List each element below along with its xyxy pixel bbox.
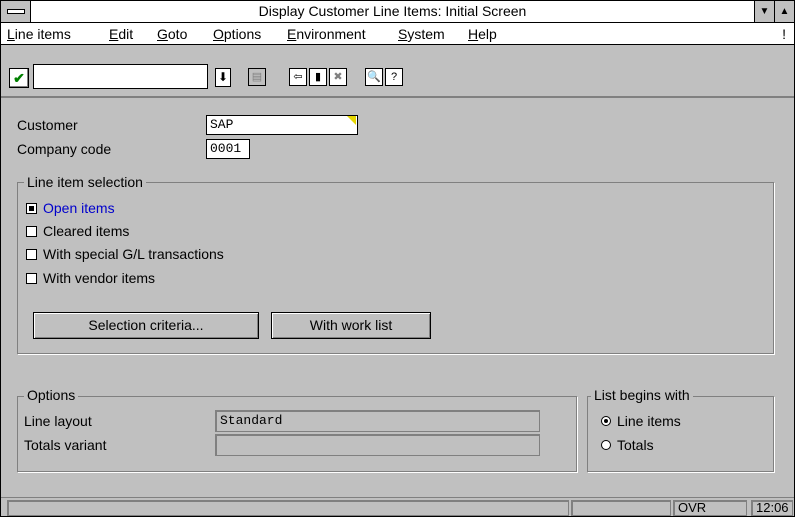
line-item-selection-title: Line item selection — [24, 174, 146, 190]
checkbox-open-items[interactable]: Open items — [26, 200, 115, 216]
customer-label: Customer — [17, 117, 78, 133]
command-dropdown-icon[interactable]: ⬇ — [215, 68, 231, 87]
find-icon[interactable]: 🔍 — [365, 68, 383, 86]
menu-help[interactable]: Help — [468, 26, 497, 42]
menu-environment[interactable]: Environment — [287, 26, 366, 42]
list-begins-title: List begins with — [591, 387, 693, 403]
back-icon[interactable]: ⇦ — [289, 68, 307, 86]
command-field[interactable] — [33, 64, 208, 89]
minimize-button[interactable]: ▼ — [754, 1, 774, 22]
sap-window: Display Customer Line Items: Initial Scr… — [0, 0, 795, 517]
checkbox-box — [26, 225, 37, 237]
maximize-button[interactable]: ▲ — [774, 1, 794, 22]
work-list-button[interactable]: With work list — [271, 312, 431, 339]
checkbox-box — [26, 272, 37, 284]
title-bar: Display Customer Line Items: Initial Scr… — [1, 1, 794, 23]
company-code-input[interactable]: 0001 — [206, 139, 250, 159]
status-mode: OVR — [673, 500, 747, 516]
menu-edit[interactable]: Edit — [109, 26, 133, 42]
list-begins-group — [587, 396, 774, 472]
radio-label: Line items — [617, 413, 681, 429]
checkbox-vendor-items[interactable]: With vendor items — [26, 270, 155, 286]
window-title: Display Customer Line Items: Initial Scr… — [258, 3, 527, 19]
line-layout-field[interactable]: Standard — [215, 410, 540, 432]
status-system — [571, 500, 671, 516]
radio-line-items[interactable]: Line items — [601, 413, 681, 429]
company-code-label: Company code — [17, 141, 112, 157]
radio-label: Totals — [617, 437, 654, 453]
menu-line-items[interactable]: Line items — [7, 26, 71, 42]
customer-input[interactable]: SAP — [206, 115, 358, 135]
checkbox-box — [26, 248, 37, 260]
selection-criteria-button[interactable]: Selection criteria... — [33, 312, 259, 339]
required-marker-icon — [347, 116, 356, 125]
exit-icon[interactable]: ▮ — [309, 68, 327, 86]
help-icon[interactable]: ? — [385, 68, 403, 86]
status-bar: OVR 12:06 — [1, 497, 794, 516]
customer-value: SAP — [210, 117, 234, 132]
radio-totals[interactable]: Totals — [601, 437, 654, 453]
checkbox-cleared-items[interactable]: Cleared items — [26, 223, 129, 239]
checkbox-label: Cleared items — [43, 223, 130, 239]
system-menu-icon — [7, 9, 25, 14]
checkbox-box — [26, 202, 37, 214]
toolbar: ✔ ⬇ ▤ ⇦ ▮ ✖ 🔍 ? — [1, 45, 794, 97]
toolbar-separator — [1, 97, 794, 98]
status-time: 12:06 — [751, 500, 793, 516]
enter-check-icon[interactable]: ✔ — [9, 68, 29, 88]
menu-bar: Line items Edit Goto Options Environment… — [1, 23, 794, 45]
checkbox-label: With vendor items — [43, 270, 156, 286]
menu-options[interactable]: Options — [213, 26, 261, 42]
line-layout-label: Line layout — [24, 413, 92, 429]
radio-dot — [601, 416, 611, 426]
cancel-icon[interactable]: ✖ — [329, 68, 347, 86]
save-icon[interactable]: ▤ — [248, 68, 266, 86]
radio-dot — [601, 440, 611, 450]
options-title: Options — [24, 387, 79, 403]
menu-system[interactable]: System — [398, 26, 445, 42]
totals-variant-label: Totals variant — [24, 437, 107, 453]
checkbox-special-gl[interactable]: With special G/L transactions — [26, 246, 224, 262]
menu-more[interactable]: ! — [782, 26, 786, 42]
totals-variant-field[interactable] — [215, 434, 540, 456]
menu-goto[interactable]: Goto — [157, 26, 187, 42]
checkbox-label: With special G/L transactions — [43, 246, 224, 262]
checkbox-label: Open items — [43, 200, 115, 216]
system-menu-button[interactable] — [1, 1, 31, 22]
status-message — [7, 500, 569, 516]
